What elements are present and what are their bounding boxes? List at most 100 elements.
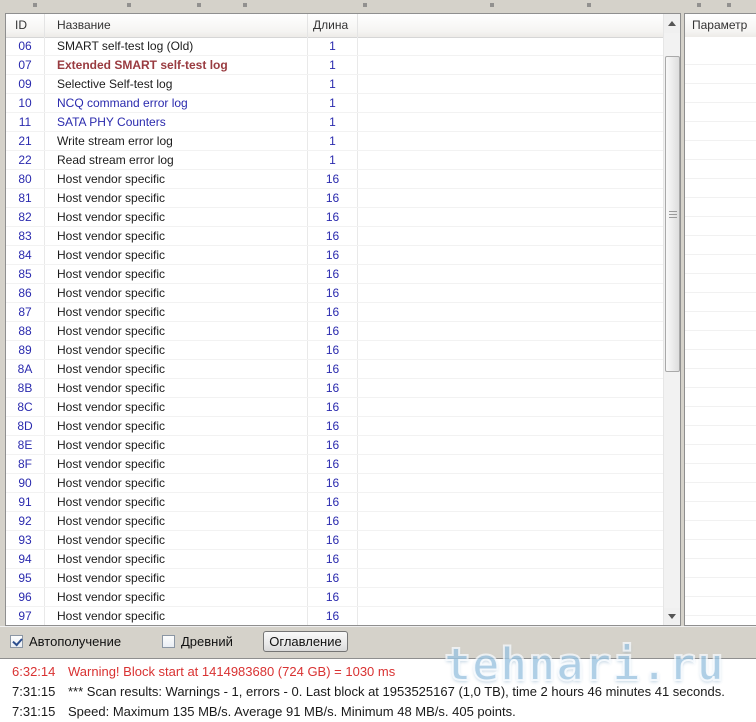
row-id-cell: 8E — [6, 436, 45, 454]
row-id-cell: 11 — [6, 113, 45, 131]
parameter-panel: Параметр — [684, 13, 756, 626]
row-id-cell: 92 — [6, 512, 45, 530]
row-length-cell: 1 — [308, 132, 358, 150]
clipped-text-strip — [0, 0, 756, 12]
table-row[interactable]: 11 SATA PHY Counters 1 — [6, 113, 663, 132]
row-length-cell: 16 — [308, 588, 358, 606]
table-row[interactable]: 22 Read stream error log 1 — [6, 151, 663, 170]
row-length-cell: 16 — [308, 170, 358, 188]
row-id-cell: 22 — [6, 151, 45, 169]
row-filler-cell — [358, 360, 663, 378]
column-header-name[interactable]: Название — [45, 14, 308, 37]
table-row[interactable]: 8C Host vendor specific 16 — [6, 398, 663, 417]
table-row[interactable]: 90 Host vendor specific 16 — [6, 474, 663, 493]
table-row[interactable]: 8A Host vendor specific 16 — [6, 360, 663, 379]
toc-button[interactable]: Оглавление — [263, 631, 348, 652]
row-name-cell: Host vendor specific — [45, 246, 308, 264]
table-row[interactable]: 88 Host vendor specific 16 — [6, 322, 663, 341]
table-row[interactable]: 91 Host vendor specific 16 — [6, 493, 663, 512]
row-name-cell: Host vendor specific — [45, 474, 308, 492]
row-filler-cell — [358, 94, 663, 112]
row-name-cell: Host vendor specific — [45, 303, 308, 321]
table-row[interactable]: 85 Host vendor specific 16 — [6, 265, 663, 284]
parameter-panel-body — [685, 37, 756, 625]
table-row[interactable]: 8E Host vendor specific 16 — [6, 436, 663, 455]
table-row[interactable]: 84 Host vendor specific 16 — [6, 246, 663, 265]
row-id-cell: 91 — [6, 493, 45, 511]
row-name-cell: Host vendor specific — [45, 208, 308, 226]
row-name-cell: Write stream error log — [45, 132, 308, 150]
row-length-cell: 16 — [308, 284, 358, 302]
row-length-cell: 16 — [308, 303, 358, 321]
row-filler-cell — [358, 37, 663, 55]
table-row[interactable]: 82 Host vendor specific 16 — [6, 208, 663, 227]
table-row[interactable]: 09 Selective Self-test log 1 — [6, 75, 663, 94]
table-row[interactable]: 97 Host vendor specific 16 — [6, 607, 663, 625]
autoreceive-checkbox[interactable]: Автополучение — [10, 634, 121, 649]
scroll-down-button[interactable] — [664, 608, 680, 625]
table-row[interactable]: 89 Host vendor specific 16 — [6, 341, 663, 360]
row-length-cell: 1 — [308, 37, 358, 55]
row-id-cell: 80 — [6, 170, 45, 188]
row-name-cell: Host vendor specific — [45, 360, 308, 378]
table-row[interactable]: 96 Host vendor specific 16 — [6, 588, 663, 607]
vertical-scrollbar[interactable] — [663, 14, 680, 625]
row-name-cell: Host vendor specific — [45, 322, 308, 340]
table-row[interactable]: 06 SMART self-test log (Old) 1 — [6, 37, 663, 56]
table-row[interactable]: 8B Host vendor specific 16 — [6, 379, 663, 398]
scrollbar-thumb[interactable] — [665, 56, 680, 372]
row-name-cell: Host vendor specific — [45, 189, 308, 207]
row-length-cell: 16 — [308, 360, 358, 378]
row-id-cell: 83 — [6, 227, 45, 245]
row-name-cell: Host vendor specific — [45, 512, 308, 530]
row-name-cell: SATA PHY Counters — [45, 113, 308, 131]
row-filler-cell — [358, 588, 663, 606]
row-length-cell: 16 — [308, 455, 358, 473]
table-row[interactable]: 95 Host vendor specific 16 — [6, 569, 663, 588]
column-header-parameter[interactable]: Параметр — [685, 14, 756, 38]
row-length-cell: 16 — [308, 550, 358, 568]
row-filler-cell — [358, 113, 663, 131]
row-name-cell: Read stream error log — [45, 151, 308, 169]
table-row[interactable]: 87 Host vendor specific 16 — [6, 303, 663, 322]
table-row[interactable]: 81 Host vendor specific 16 — [6, 189, 663, 208]
log-entry: 7:31:15 Speed: Maximum 135 MB/s. Average… — [0, 702, 756, 722]
table-row[interactable]: 07 Extended SMART self-test log 1 — [6, 56, 663, 75]
row-id-cell: 09 — [6, 75, 45, 93]
log-message: *** Scan results: Warnings - 1, errors -… — [68, 684, 725, 699]
row-length-cell: 16 — [308, 474, 358, 492]
row-filler-cell — [358, 170, 663, 188]
row-filler-cell — [358, 303, 663, 321]
table-row[interactable]: 92 Host vendor specific 16 — [6, 512, 663, 531]
row-id-cell: 85 — [6, 265, 45, 283]
table-row[interactable]: 10 NCQ command error log 1 — [6, 94, 663, 113]
row-filler-cell — [358, 56, 663, 74]
checkbox-icon[interactable] — [162, 635, 175, 648]
table-row[interactable]: 93 Host vendor specific 16 — [6, 531, 663, 550]
log-entry: 7:31:15 *** Scan results: Warnings - 1, … — [0, 682, 756, 702]
row-id-cell: 8F — [6, 455, 45, 473]
table-row[interactable]: 94 Host vendor specific 16 — [6, 550, 663, 569]
log-timestamp: 7:31:15 — [12, 704, 56, 719]
table-row[interactable]: 83 Host vendor specific 16 — [6, 227, 663, 246]
column-header-length[interactable]: Длина — [308, 14, 358, 37]
row-length-cell: 16 — [308, 398, 358, 416]
table-row[interactable]: 8F Host vendor specific 16 — [6, 455, 663, 474]
row-filler-cell — [358, 322, 663, 340]
row-name-cell: Host vendor specific — [45, 170, 308, 188]
controls-strip: Автополучение Древний Оглавление — [0, 626, 756, 658]
table-row[interactable]: 8D Host vendor specific 16 — [6, 417, 663, 436]
scroll-up-button[interactable] — [664, 14, 680, 33]
row-length-cell: 16 — [308, 322, 358, 340]
table-row[interactable]: 86 Host vendor specific 16 — [6, 284, 663, 303]
row-length-cell: 16 — [308, 379, 358, 397]
row-length-cell: 1 — [308, 56, 358, 74]
row-filler-cell — [358, 550, 663, 568]
smart-logs-window: ID Название Длина 06 SMART self-test log… — [0, 0, 756, 722]
checkbox-icon[interactable] — [10, 635, 23, 648]
row-filler-cell — [358, 75, 663, 93]
table-row[interactable]: 21 Write stream error log 1 — [6, 132, 663, 151]
table-row[interactable]: 80 Host vendor specific 16 — [6, 170, 663, 189]
ancient-checkbox[interactable]: Древний — [162, 634, 233, 649]
column-header-id[interactable]: ID — [6, 14, 45, 37]
